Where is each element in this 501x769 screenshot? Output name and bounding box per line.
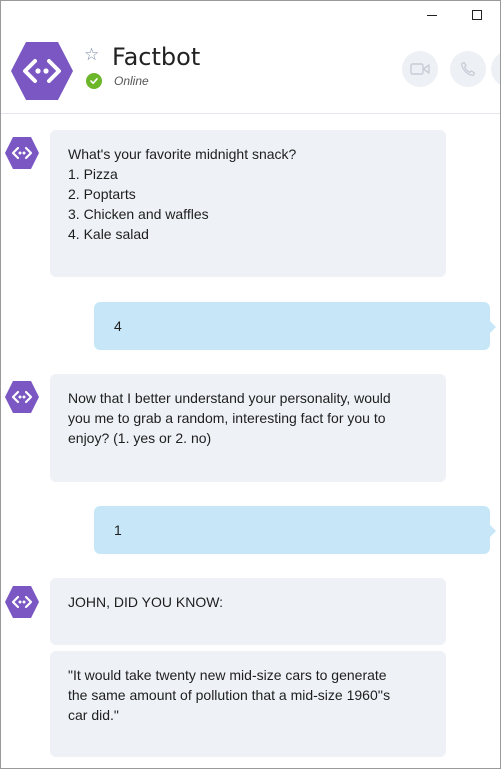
user-message: 1 xyxy=(94,506,496,554)
message-line: 4 xyxy=(114,318,122,334)
bot-message: Now that I better understand your person… xyxy=(50,374,446,482)
chat-window: ☆ Factbot Online What's your favorite mi… xyxy=(0,0,501,769)
bot-avatar-icon xyxy=(5,586,39,618)
message-line: enjoy? (1. yes or 2. no) xyxy=(68,430,212,446)
status-text: Online xyxy=(114,74,149,88)
user-message: 4 xyxy=(94,302,496,350)
bot-message: JOHN, DID YOU KNOW: xyxy=(50,578,446,645)
more-actions-button[interactable] xyxy=(491,51,500,87)
message-line: you me to grab a random, interesting fac… xyxy=(68,410,386,426)
message-line: JOHN, DID YOU KNOW: xyxy=(68,594,224,610)
maximize-icon xyxy=(472,10,482,20)
bot-avatar-icon xyxy=(5,137,39,169)
message-line: 2. Poptarts xyxy=(68,186,136,202)
video-call-button[interactable] xyxy=(402,51,438,87)
message-line: 1. Pizza xyxy=(68,166,118,182)
phone-icon xyxy=(461,61,476,76)
bot-message: What's your favorite midnight snack? 1. … xyxy=(50,130,446,277)
bot-avatar-icon xyxy=(11,42,73,100)
minimize-button[interactable] xyxy=(409,3,455,27)
message-line: 4. Kale salad xyxy=(68,226,149,242)
message-line: Now that I better understand your person… xyxy=(68,390,391,406)
minimize-icon xyxy=(427,14,437,16)
bot-message: "It would take twenty new mid-size cars … xyxy=(50,651,446,757)
message-line: "It would take twenty new mid-size cars … xyxy=(68,667,387,683)
bot-name: Factbot xyxy=(112,43,201,71)
message-line: the same amount of pollution that a mid-… xyxy=(68,687,391,703)
video-camera-icon xyxy=(410,63,430,75)
star-outline-icon[interactable]: ☆ xyxy=(84,45,99,65)
message-line: car did." xyxy=(68,707,119,723)
message-line: What's your favorite midnight snack? xyxy=(68,146,297,162)
online-status-icon xyxy=(86,73,102,89)
message-line: 1 xyxy=(114,522,122,538)
bot-avatar-icon xyxy=(5,381,39,413)
voice-call-button[interactable] xyxy=(450,51,486,87)
chat-header: ☆ Factbot Online xyxy=(1,31,500,114)
maximize-button[interactable] xyxy=(454,3,500,27)
message-line: 3. Chicken and waffles xyxy=(68,206,209,222)
